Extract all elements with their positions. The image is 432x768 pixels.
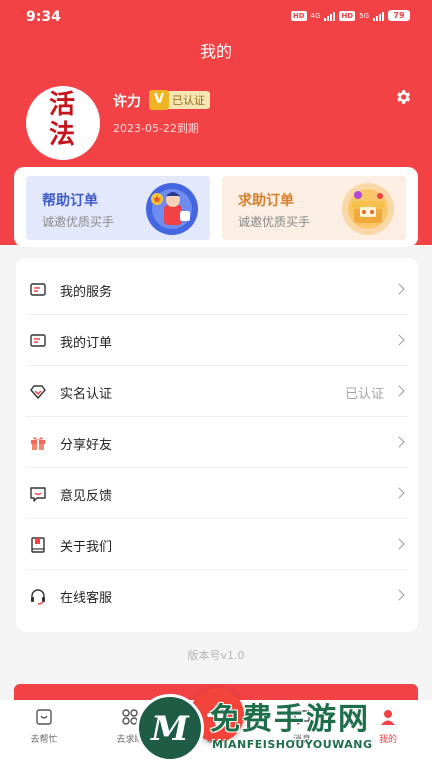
- help-tab-icon: [36, 709, 52, 725]
- avatar[interactable]: 活法: [26, 86, 100, 160]
- signal-icon: [373, 11, 384, 21]
- menu-item-label: 我的服务: [60, 285, 113, 300]
- membership-expiry: 2023-05-22到期: [113, 122, 199, 135]
- menu-item-label: 实名认证: [60, 387, 113, 402]
- service-icon: [30, 283, 46, 296]
- seek-orders-title: 求助订单: [238, 193, 294, 209]
- helper-illustration-icon: [146, 183, 198, 235]
- avatar-calligraphy: 活法: [48, 90, 77, 150]
- order-cards-panel: 帮助订单 诚邀优质买手 求助订单 诚邀优质买手: [14, 167, 418, 247]
- chevron-right-icon: [393, 283, 405, 295]
- chevron-right-icon: [393, 589, 405, 601]
- status-time: 9:34: [26, 9, 61, 25]
- menu-item-about-us[interactable]: 关于我们: [16, 519, 418, 570]
- watermark-logo-letter: M: [151, 709, 189, 749]
- menu-item-label: 意见反馈: [60, 489, 113, 504]
- chevron-right-icon: [393, 538, 405, 550]
- verified-badge-label: 已认证: [172, 94, 205, 107]
- menu-item-share-friends[interactable]: 分享好友: [16, 417, 418, 468]
- diamond-icon: [30, 385, 46, 399]
- menu-item-online-service[interactable]: 在线客服: [16, 570, 418, 621]
- watermark-title: 免费手游网: [210, 702, 370, 737]
- chevron-right-icon: [393, 436, 405, 448]
- settings-gear-icon[interactable]: [394, 88, 412, 106]
- book-icon: [31, 537, 45, 553]
- help-orders-card[interactable]: 帮助订单 诚邀优质买手: [26, 176, 210, 240]
- username: 许力: [113, 94, 141, 110]
- hd-icon: HD: [290, 10, 307, 21]
- menu-item-label: 分享好友: [60, 438, 113, 453]
- chevron-right-icon: [393, 334, 405, 346]
- menu-list: 我的服务 我的订单 实名认证 已认证 分享好友 意见反馈 关于我们 在线客服: [16, 258, 418, 632]
- chevron-right-icon: [393, 487, 405, 499]
- gift-icon: [31, 437, 45, 450]
- menu-item-label: 关于我们: [60, 540, 113, 555]
- help-orders-title: 帮助订单: [42, 193, 98, 209]
- page-title: 我的: [199, 42, 232, 61]
- help-orders-subtitle: 诚邀优质买手: [42, 215, 115, 229]
- network-5g-label: 5G: [359, 11, 369, 20]
- status-bar: 9:34 HD 4G HD 5G 79: [0, 0, 432, 34]
- menu-item-real-name-auth[interactable]: 实名认证 已认证: [16, 366, 418, 417]
- network-4g-label: 4G: [310, 11, 321, 20]
- feedback-icon: [30, 487, 46, 502]
- signal-icon: [324, 11, 336, 21]
- battery-icon: 79: [388, 10, 410, 21]
- tab-go-help[interactable]: 去帮忙: [14, 708, 74, 745]
- auth-status-value: 已认证: [344, 387, 384, 402]
- verified-v-icon: V: [149, 90, 169, 110]
- menu-item-my-services[interactable]: 我的服务: [16, 264, 418, 315]
- site-watermark: M 免费手游网 MIANFEISHOUYOUWANG: [132, 690, 432, 768]
- menu-item-label: 我的订单: [60, 336, 113, 351]
- verified-badge: V 已认证: [149, 90, 210, 110]
- menu-item-my-orders[interactable]: 我的订单: [16, 315, 418, 366]
- menu-item-label: 在线客服: [60, 591, 113, 606]
- chevron-right-icon: [393, 385, 405, 397]
- watermark-subtitle: MIANFEISHOUYOUWANG: [212, 738, 373, 751]
- menu-item-feedback[interactable]: 意见反馈: [16, 468, 418, 519]
- gift-box-illustration-icon: [342, 183, 394, 235]
- status-icons: HD 4G HD 5G 79: [290, 10, 410, 21]
- hd-icon: HD: [339, 10, 356, 21]
- seek-orders-subtitle: 诚邀优质买手: [238, 215, 311, 229]
- tab-label: 去帮忙: [30, 735, 58, 745]
- order-icon: [30, 334, 46, 347]
- app-version: 版本号v1.0: [187, 649, 245, 662]
- seek-orders-card[interactable]: 求助订单 诚邀优质买手: [222, 176, 406, 240]
- watermark-logo: M: [136, 694, 204, 762]
- headset-icon: [31, 589, 45, 605]
